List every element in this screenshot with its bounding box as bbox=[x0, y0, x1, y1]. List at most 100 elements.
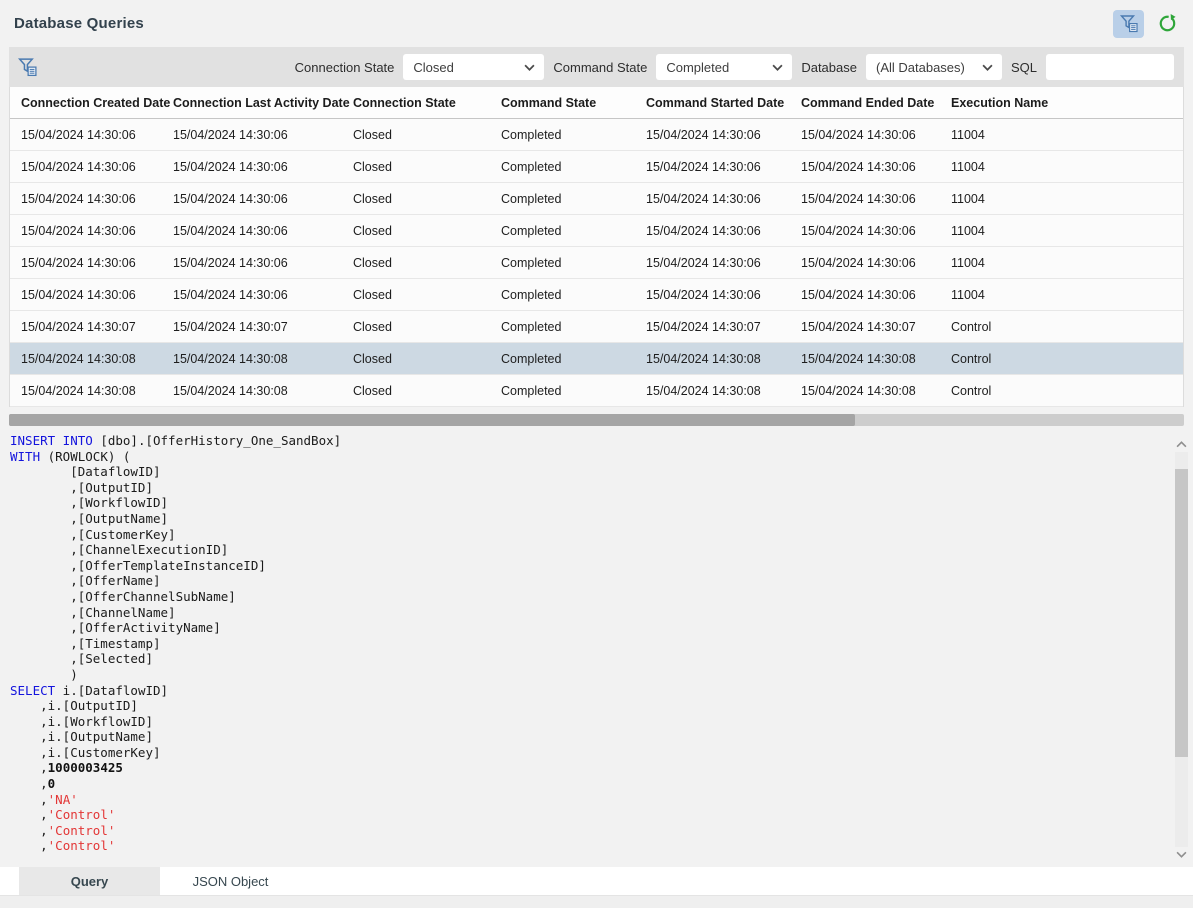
title-actions bbox=[1113, 10, 1181, 38]
horizontal-scrollbar-thumb[interactable] bbox=[9, 414, 855, 426]
sql-code-line: ,[OfferChannelSubName] bbox=[10, 589, 1163, 605]
table-cell: 15/04/2024 14:30:06 bbox=[173, 288, 353, 302]
scroll-down-arrow-icon[interactable] bbox=[1175, 848, 1188, 861]
database-queries-panel: Database Queries bbox=[0, 0, 1193, 908]
column-header[interactable]: Connection Last Activity Date bbox=[173, 96, 353, 110]
table-cell: 15/04/2024 14:30:06 bbox=[21, 192, 173, 206]
table-cell: Completed bbox=[501, 128, 646, 142]
command-state-select[interactable]: Completed bbox=[656, 54, 792, 80]
column-header[interactable]: Execution Name bbox=[951, 96, 1183, 110]
sql-code-line: SELECT i.[DataflowID] bbox=[10, 683, 1163, 699]
tab-json-object[interactable]: JSON Object bbox=[160, 867, 301, 895]
sql-code-line: ,[CustomerKey] bbox=[10, 527, 1163, 543]
sql-code-line: ,i.[OutputID] bbox=[10, 698, 1163, 714]
table-cell: 15/04/2024 14:30:06 bbox=[21, 160, 173, 174]
table-cell: 15/04/2024 14:30:06 bbox=[21, 288, 173, 302]
connection-state-label: Connection State bbox=[295, 60, 395, 75]
table-row[interactable]: 15/04/2024 14:30:0615/04/2024 14:30:06Cl… bbox=[10, 215, 1183, 247]
table-cell: 11004 bbox=[951, 224, 1183, 238]
table-cell: 15/04/2024 14:30:07 bbox=[21, 320, 173, 334]
sql-query-viewer[interactable]: INSERT INTO [dbo].[OfferHistory_One_Sand… bbox=[0, 426, 1193, 867]
sql-filter-input[interactable] bbox=[1046, 54, 1174, 80]
horizontal-scrollbar[interactable] bbox=[9, 414, 1184, 426]
table-row[interactable]: 15/04/2024 14:30:0815/04/2024 14:30:08Cl… bbox=[10, 375, 1183, 407]
table-cell: Closed bbox=[353, 288, 501, 302]
table-cell: 15/04/2024 14:30:08 bbox=[801, 384, 951, 398]
sql-code-line: WITH (ROWLOCK) ( bbox=[10, 449, 1163, 465]
table-cell: Closed bbox=[353, 384, 501, 398]
table-cell: Completed bbox=[501, 288, 646, 302]
filter-bar: Connection State Closed Command State Co… bbox=[9, 47, 1184, 87]
table-cell: 15/04/2024 14:30:06 bbox=[646, 256, 801, 270]
tab-query[interactable]: Query bbox=[19, 867, 160, 895]
table-cell: Closed bbox=[353, 320, 501, 334]
sql-code-line: ,[ChannelExecutionID] bbox=[10, 542, 1163, 558]
table-row[interactable]: 15/04/2024 14:30:0615/04/2024 14:30:06Cl… bbox=[10, 119, 1183, 151]
sql-label: SQL bbox=[1011, 60, 1037, 75]
table-cell: 15/04/2024 14:30:08 bbox=[21, 352, 173, 366]
table-cell: 15/04/2024 14:30:06 bbox=[646, 192, 801, 206]
table-cell: 15/04/2024 14:30:07 bbox=[646, 320, 801, 334]
connection-state-select[interactable]: Closed bbox=[403, 54, 544, 80]
bottom-tab-bar: QueryJSON Object bbox=[0, 867, 1193, 895]
scroll-up-arrow-icon[interactable] bbox=[1175, 438, 1188, 451]
table-cell: 15/04/2024 14:30:06 bbox=[646, 160, 801, 174]
database-label: Database bbox=[801, 60, 857, 75]
table-cell: 15/04/2024 14:30:06 bbox=[801, 192, 951, 206]
column-header[interactable]: Connection State bbox=[353, 96, 501, 110]
sql-code-line: ,[Timestamp] bbox=[10, 636, 1163, 652]
sql-code-line: ,'Control' bbox=[10, 807, 1163, 823]
table-cell: Control bbox=[951, 384, 1183, 398]
table-cell: 15/04/2024 14:30:07 bbox=[801, 320, 951, 334]
table-header-row: Connection Created DateConnection Last A… bbox=[10, 87, 1183, 119]
vertical-scrollbar-track[interactable] bbox=[1175, 452, 1188, 847]
table-cell: Completed bbox=[501, 384, 646, 398]
refresh-icon bbox=[1157, 13, 1178, 34]
table-cell: 11004 bbox=[951, 160, 1183, 174]
table-cell: Control bbox=[951, 352, 1183, 366]
sql-code-line: ,[ChannelName] bbox=[10, 605, 1163, 621]
refresh-button[interactable] bbox=[1153, 10, 1181, 38]
table-cell: Closed bbox=[353, 256, 501, 270]
column-header[interactable]: Connection Created Date bbox=[21, 96, 173, 110]
sql-code-line: ,[OfferTemplateInstanceID] bbox=[10, 558, 1163, 574]
table-cell: 15/04/2024 14:30:06 bbox=[173, 128, 353, 142]
table-cell: Closed bbox=[353, 128, 501, 142]
chevron-down-icon bbox=[524, 64, 535, 71]
vertical-scrollbar[interactable] bbox=[1175, 438, 1188, 861]
table-cell: 15/04/2024 14:30:08 bbox=[173, 384, 353, 398]
database-select[interactable]: (All Databases) bbox=[866, 54, 1002, 80]
table-cell: Control bbox=[951, 320, 1183, 334]
filter-list-icon[interactable] bbox=[17, 57, 38, 77]
table-cell: 15/04/2024 14:30:06 bbox=[173, 160, 353, 174]
column-header[interactable]: Command Started Date bbox=[646, 96, 801, 110]
sql-code-line: ) bbox=[10, 667, 1163, 683]
table-cell: 15/04/2024 14:30:06 bbox=[801, 128, 951, 142]
table-cell: 11004 bbox=[951, 288, 1183, 302]
sql-code-line: ,'Control' bbox=[10, 838, 1163, 854]
table-cell: Completed bbox=[501, 352, 646, 366]
table-cell: Completed bbox=[501, 320, 646, 334]
table-row[interactable]: 15/04/2024 14:30:06 15/04/2024 14:30:06 Cl… bbox=[10, 247, 1183, 279]
table-row[interactable]: 15/04/2024 14:30:0715/04/2024 14:30:07Cl… bbox=[10, 311, 1183, 343]
table-cell: 15/04/2024 14:30:08 bbox=[646, 384, 801, 398]
table-cell: 15/04/2024 14:30:07 bbox=[173, 320, 353, 334]
title-bar: Database Queries bbox=[0, 0, 1193, 47]
vertical-scrollbar-thumb[interactable] bbox=[1175, 469, 1188, 757]
connection-state-value: Closed bbox=[413, 60, 453, 75]
sql-code-line: ,'Control' bbox=[10, 823, 1163, 839]
column-header[interactable]: Command State bbox=[501, 96, 646, 110]
table-row[interactable]: 15/04/2024 14:30:0615/04/2024 14:30:06Cl… bbox=[10, 279, 1183, 311]
table-row[interactable]: 15/04/2024 14:30:0615/04/2024 14:30:06Cl… bbox=[10, 151, 1183, 183]
column-header[interactable]: Command Ended Date bbox=[801, 96, 951, 110]
sql-code-line: ,1000003425 bbox=[10, 760, 1163, 776]
table-cell: 15/04/2024 14:30:06 bbox=[21, 256, 173, 270]
table-row[interactable]: 15/04/2024 14:30:0615/04/2024 14:30:06Cl… bbox=[10, 183, 1183, 215]
table-row[interactable]: 15/04/2024 14:30:0815/04/2024 14:30:08Cl… bbox=[10, 343, 1183, 375]
table-cell: 15/04/2024 14:30:06 bbox=[801, 288, 951, 302]
table-cell: Closed bbox=[353, 224, 501, 238]
bottom-strip bbox=[0, 895, 1193, 908]
filter-toggle-button[interactable] bbox=[1113, 10, 1144, 38]
sql-code-line: ,[OfferName] bbox=[10, 573, 1163, 589]
table-cell: 15/04/2024 14:30:06 bbox=[646, 288, 801, 302]
